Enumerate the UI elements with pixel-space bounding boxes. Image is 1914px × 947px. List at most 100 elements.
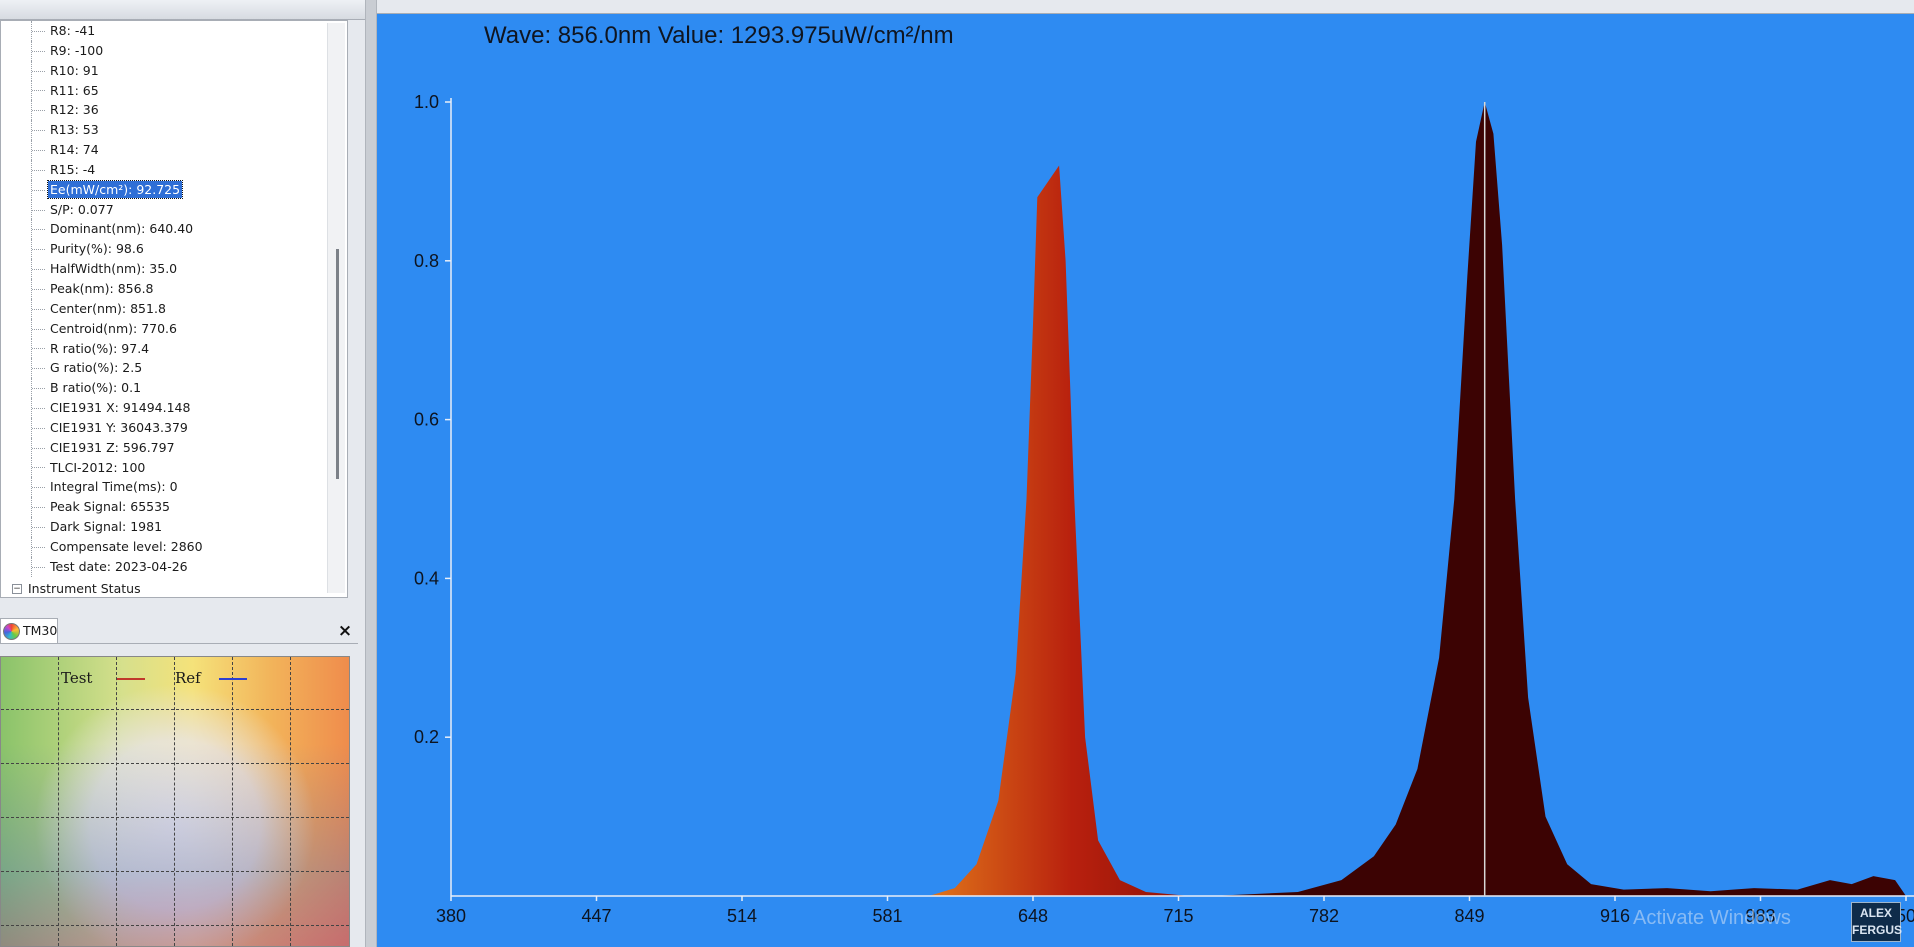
x-tick-label: 849 [1454,906,1484,926]
property-item-label: Peak(nm): 856.8 [50,280,154,296]
grid-line [1,763,349,764]
tab-tm30-label: TM30 [23,623,58,638]
property-item-label: Dominant(nm): 640.40 [50,221,194,237]
spectrum-series-2 [1211,102,1906,896]
property-item[interactable]: CIE1931 X: 91494.148 [1,398,331,418]
tree-node-instrument-status[interactable]: − Instrument Status [0,580,141,598]
property-item-label: CIE1931 Z: 596.797 [50,439,175,455]
cursor-readout: Wave: 856.0nm Value: 1293.975uW/cm²/nm [484,22,954,49]
legend-ref-swatch [219,678,247,680]
property-item[interactable]: Center(nm): 851.8 [1,298,331,319]
tm30-color-vector-graphic: Test Ref [0,656,350,947]
pane-splitter[interactable] [365,0,377,947]
properties-list: R8: -41 R9: -100 R10: 91 R11: 65 R12: 36 R13:… [1,21,331,595]
property-item[interactable]: R14: 74 [1,140,331,160]
x-tick-label: 380 [436,906,466,926]
property-item-label: R ratio(%): 97.4 [50,340,150,356]
legend-ref-label: Ref [175,669,201,687]
property-item[interactable]: R15: -4 [1,159,331,180]
property-item[interactable]: Integral Time(ms): 0 [1,477,331,498]
property-item-label: B ratio(%): 0.1 [50,380,142,396]
logo-line-2: FERGUS [1852,923,1903,937]
property-item[interactable]: Test date: 2023-04-26 [1,556,331,577]
grid-line [58,657,59,946]
property-item[interactable]: R8: -41 [1,21,331,41]
property-item-label: Integral Time(ms): 0 [50,479,178,495]
property-item[interactable]: R9: -100 [1,40,331,61]
grid-line [1,925,349,926]
chart-header-bar [377,0,1914,14]
property-item-label: R10: 91 [50,62,99,78]
x-tick-label: 447 [581,906,611,926]
properties-scrollbar-thumb[interactable] [336,249,339,479]
properties-scrollbar[interactable] [327,23,345,593]
property-item[interactable]: Peak Signal: 65535 [1,497,331,517]
property-item[interactable]: Centroid(nm): 770.6 [1,318,331,339]
property-item-label: Dark Signal: 1981 [50,519,163,535]
y-tick-label: 0.8 [414,251,439,271]
color-wheel-icon [3,623,20,640]
x-tick-label: 916 [1600,906,1630,926]
properties-tree[interactable]: R8: -41 R9: -100 R10: 91 R11: 65 R12: 36 R13:… [0,20,348,598]
close-icon[interactable]: × [334,620,356,642]
grid-line [1,709,349,710]
property-item-label: Ee(mW/cm²): 92.725 [46,179,184,199]
property-item-label: CIE1931 X: 91494.148 [50,400,191,416]
property-item-label: R11: 65 [50,82,99,98]
property-item-label: HalfWidth(nm): 35.0 [50,261,178,277]
property-item[interactable]: Peak(nm): 856.8 [1,278,331,299]
property-item-label: R9: -100 [50,42,104,58]
y-tick-label: 0.2 [414,727,439,747]
property-item-label: S/P: 0.077 [50,201,114,217]
grid-line [116,657,117,946]
property-item-label: R13: 53 [50,122,99,138]
logo-line-1: ALEX [1859,906,1892,920]
spectrum-plot[interactable]: 0.2 0.4 0.6 0.8 1.0 380 447 514 581 648 715 782 849 9… [377,14,1914,947]
property-item[interactable]: Compensate level: 2860 [1,536,331,557]
property-item-label: R8: -41 [50,23,96,38]
property-item[interactable]: Dark Signal: 1981 [1,517,331,537]
property-item[interactable]: G ratio(%): 2.5 [1,358,331,379]
property-item[interactable]: Dominant(nm): 640.40 [1,219,331,240]
windows-activation-watermark: Activate Windows [1633,907,1791,929]
collapse-toggle-icon[interactable]: − [12,584,22,594]
property-item[interactable]: R12: 36 [1,100,331,121]
property-item-label: Compensate level: 2860 [50,538,203,554]
property-item[interactable]: R ratio(%): 97.4 [1,338,331,359]
x-tick-label: 514 [727,906,757,926]
panel-divider [0,643,358,644]
grid-line [174,657,175,946]
property-item-label: R12: 36 [50,102,99,118]
channel-logo: ALEX FERGUS [1851,902,1903,942]
property-item[interactable]: HalfWidth(nm): 35.0 [1,259,331,279]
property-item-label: Test date: 2023-04-26 [50,558,188,574]
property-item[interactable]: Purity(%): 98.6 [1,239,331,259]
tree-node-label: Instrument Status [28,581,141,596]
property-item[interactable]: Ee(mW/cm²): 92.725 [1,179,331,200]
property-item[interactable]: R10: 91 [1,60,331,81]
x-tick-label: 782 [1309,906,1339,926]
property-item-label: CIE1931 Y: 36043.379 [50,419,188,435]
y-tick-label: 0.4 [414,568,439,588]
property-item-label: Purity(%): 98.6 [50,241,144,257]
property-item[interactable]: R13: 53 [1,120,331,140]
property-item[interactable]: R11: 65 [1,80,331,101]
property-item[interactable]: S/P: 0.077 [1,199,331,220]
property-item[interactable]: CIE1931 Z: 596.797 [1,437,331,458]
property-item-label: Peak Signal: 65535 [50,499,171,515]
property-item[interactable]: CIE1931 Y: 36043.379 [1,417,331,438]
property-item-label: R15: -4 [50,161,96,177]
property-item-label: Centroid(nm): 770.6 [50,320,177,336]
grid-line [1,817,349,818]
property-item-label: TLCI-2012: 100 [50,459,146,475]
property-item[interactable]: B ratio(%): 0.1 [1,378,331,398]
grid-line [232,657,233,946]
spectrum-chart[interactable]: 0.2 0.4 0.6 0.8 1.0 380 447 514 581 648 715 782 849 9… [377,14,1914,947]
y-tick-label: 1.0 [414,92,439,112]
property-item-label: G ratio(%): 2.5 [50,360,143,376]
x-tick-label: 581 [872,906,902,926]
tab-tm30[interactable]: TM30 [0,618,58,644]
grid-line [1,871,349,872]
property-item[interactable]: TLCI-2012: 100 [1,457,331,478]
left-pane: R8: -41 R9: -100 R10: 91 R11: 65 R12: 36 R13:… [0,0,365,947]
